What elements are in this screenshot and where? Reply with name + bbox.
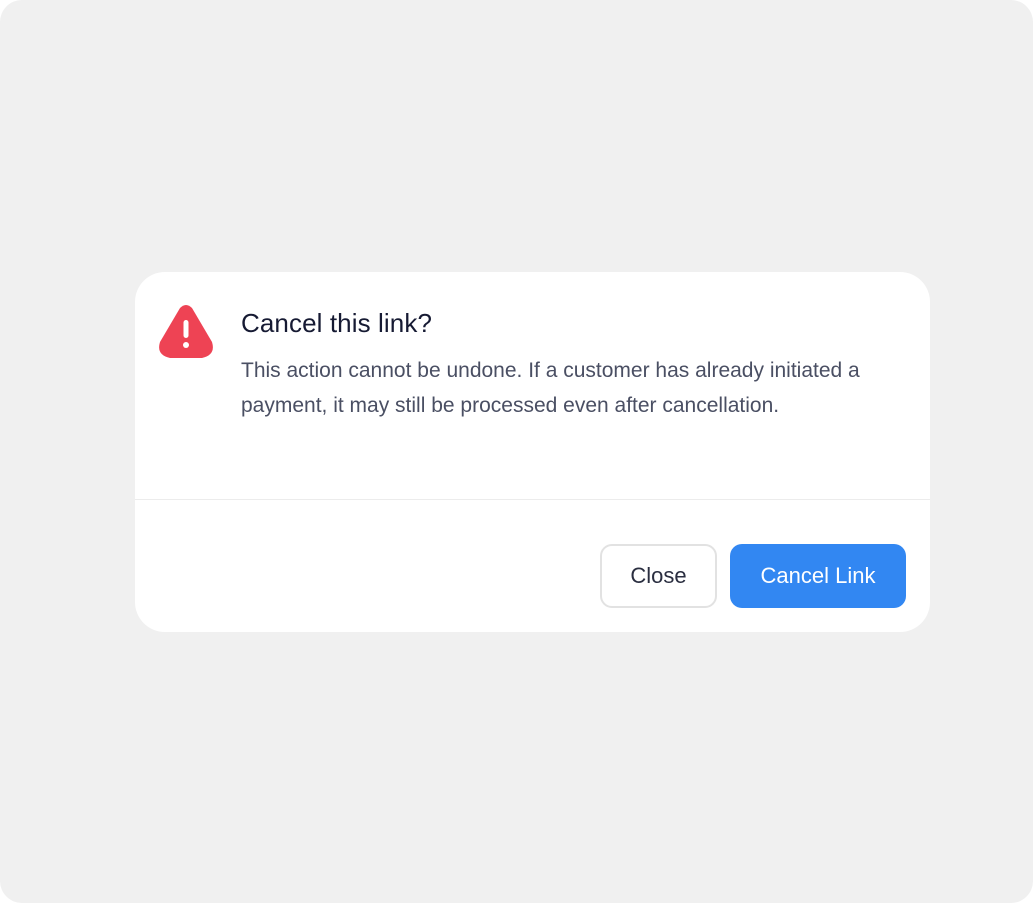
dialog-message: This action cannot be undone. If a custo… [241, 359, 860, 417]
dialog-title: Cancel this link? [241, 308, 433, 338]
dialog-divider [135, 499, 930, 500]
cancel-link-button[interactable]: Cancel Link [730, 544, 906, 608]
confirm-dialog: Cancel this link? This action cannot be … [135, 272, 930, 632]
warning-triangle-icon [157, 303, 215, 359]
close-button[interactable]: Close [600, 544, 717, 608]
